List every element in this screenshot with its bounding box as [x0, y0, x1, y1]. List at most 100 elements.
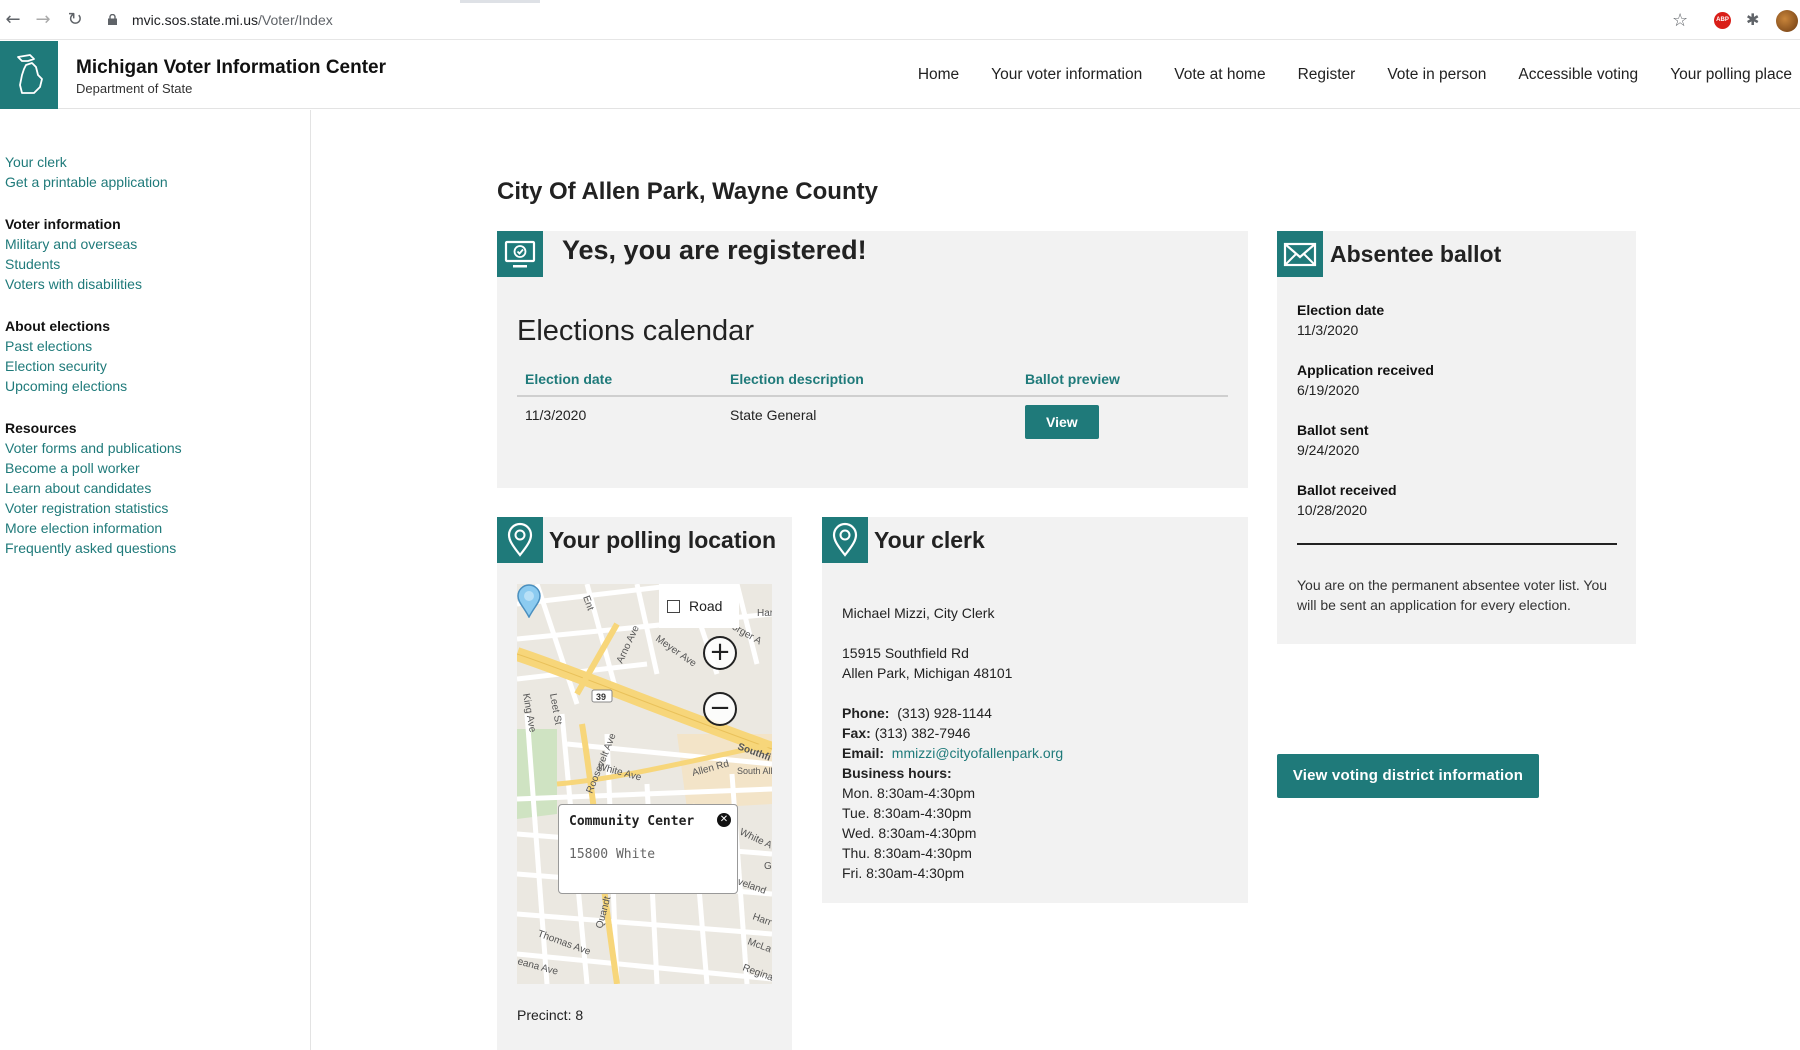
url-path: /Voter/Index: [258, 12, 333, 28]
absentee-label: Election date: [1297, 302, 1385, 318]
location-pin-icon: [507, 522, 533, 557]
lock-icon: [108, 14, 117, 25]
sidebar-link-military[interactable]: Military and overseas: [5, 234, 310, 254]
email-link[interactable]: mmizzi@cityofallenpark.org: [892, 745, 1063, 761]
hours-row: Wed. 8:30am-4:30pm: [842, 825, 977, 841]
browser-toolbar: ← → ↻ mvic.sos.state.mi.us/Voter/Index ☆…: [0, 0, 1800, 40]
reload-icon[interactable]: ↻: [65, 10, 85, 30]
envelope-icon: [1283, 242, 1317, 267]
sidebar-group-title: Resources: [5, 420, 77, 436]
back-icon[interactable]: ←: [3, 10, 23, 30]
hours-row: Tue. 8:30am-4:30pm: [842, 805, 972, 821]
elections-calendar-table: Election date Election description Ballo…: [517, 365, 1228, 449]
clerk-title: Your clerk: [874, 527, 985, 553]
absentee-value: 9/24/2020: [1297, 442, 1360, 458]
street-label: G: [764, 861, 772, 872]
absentee-badge: [1277, 231, 1323, 277]
site-header: Michigan Voter Information Center Depart…: [0, 41, 1800, 109]
phone-label: Phone:: [842, 705, 890, 721]
sidebar-link-more-information[interactable]: More election information: [5, 518, 310, 538]
sidebar-link-registration-statistics[interactable]: Voter registration statistics: [5, 498, 310, 518]
tab-strip: [0, 0, 1800, 3]
map-style-label: Road: [689, 598, 723, 614]
sidebar-link-students[interactable]: Students: [5, 254, 310, 274]
clerk-phone: Phone: (313) 928-1144: [842, 703, 1232, 723]
michigan-map-icon: [17, 54, 43, 94]
registered-badge: [497, 231, 543, 277]
zoom-in-button[interactable]: +: [703, 636, 737, 670]
sidebar-link-past-elections[interactable]: Past elections: [5, 336, 310, 356]
sidebar-link-faq[interactable]: Frequently asked questions: [5, 538, 310, 558]
sidebar-link-poll-worker[interactable]: Become a poll worker: [5, 458, 310, 478]
clerk-details: Michael Mizzi, City Clerk 15915 Southfie…: [842, 603, 1232, 883]
sidebar-group-about-elections: About elections Past elections Election …: [5, 316, 310, 396]
nav-vote-at-home[interactable]: Vote at home: [1174, 66, 1265, 84]
sidebar-group-voter-information: Voter information Military and overseas …: [5, 214, 310, 294]
sidebar-group-top: Your clerk Get a printable application: [5, 152, 310, 192]
nav-vote-in-person[interactable]: Vote in person: [1387, 66, 1486, 84]
bookmark-star-icon[interactable]: ☆: [1672, 10, 1688, 31]
polling-location-panel: Your polling location Ent Arno Ave Meyer…: [497, 517, 792, 1050]
close-icon[interactable]: ✕: [717, 813, 731, 827]
sidebar-link-printable-application[interactable]: Get a printable application: [5, 172, 310, 192]
map-style-toggle[interactable]: Road: [659, 584, 739, 628]
absentee-title: Absentee ballot: [1330, 241, 1502, 267]
election-date-cell: 11/3/2020: [525, 407, 587, 423]
sidebar-link-disabilities[interactable]: Voters with disabilities: [5, 274, 310, 294]
clerk-badge: [822, 517, 868, 563]
page-title: City Of Allen Park, Wayne County: [497, 178, 878, 205]
location-popup: Community Center 15800 White ✕: [558, 804, 738, 894]
table-row: 11/3/2020 State General View: [517, 396, 1228, 449]
view-ballot-button[interactable]: View: [1025, 405, 1099, 439]
top-navigation: Home Your voter information Vote at home…: [918, 66, 1792, 84]
polling-badge: [497, 517, 543, 563]
location-pin-icon: [832, 522, 858, 557]
polling-map[interactable]: Ent Arno Ave Meyer Ave Jorger A Har King…: [517, 584, 772, 984]
list-item: Ballot sent 9/24/2020: [1297, 420, 1617, 460]
election-description-cell: State General: [730, 407, 817, 423]
list-item: Application received 6/19/2020: [1297, 360, 1617, 400]
nav-home[interactable]: Home: [918, 66, 959, 84]
extensions-puzzle-icon[interactable]: ✱: [1746, 10, 1759, 29]
zoom-out-button[interactable]: −: [703, 692, 737, 726]
sidebar-link-forms[interactable]: Voter forms and publications: [5, 438, 310, 458]
sidebar-link-your-clerk[interactable]: Your clerk: [5, 152, 310, 172]
popup-address: 15800 White: [569, 847, 656, 862]
forward-icon[interactable]: →: [33, 10, 53, 30]
absentee-label: Ballot sent: [1297, 422, 1369, 438]
adblock-extension-icon[interactable]: ABP: [1714, 12, 1731, 29]
clerk-address-line1: 15915 Southfield Rd: [842, 645, 969, 661]
map-pin-icon[interactable]: [517, 584, 541, 618]
column-header: Election description: [722, 365, 1017, 397]
address-bar[interactable]: mvic.sos.state.mi.us/Voter/Index: [132, 12, 333, 28]
sidebar-link-candidates[interactable]: Learn about candidates: [5, 478, 310, 498]
absentee-ballot-panel: Absentee ballot Election date 11/3/2020 …: [1277, 231, 1636, 644]
precinct-label: Precinct: 8: [517, 1007, 584, 1023]
map-layer-icon: [667, 600, 680, 613]
calendar-title: Elections calendar: [517, 315, 754, 347]
fax-label: Fax:: [842, 725, 871, 741]
nav-register[interactable]: Register: [1298, 66, 1356, 84]
nav-your-voter-information[interactable]: Your voter information: [991, 66, 1142, 84]
absentee-label: Application received: [1297, 362, 1434, 378]
nav-accessible-voting[interactable]: Accessible voting: [1518, 66, 1638, 84]
sidebar-link-upcoming-elections[interactable]: Upcoming elections: [5, 376, 310, 396]
hours-row: Fri. 8:30am-4:30pm: [842, 865, 965, 881]
view-voting-district-button[interactable]: View voting district information: [1277, 754, 1539, 798]
clerk-email: Email: mmizzi@cityofallenpark.org: [842, 743, 1232, 763]
sidebar: Your clerk Get a printable application V…: [0, 110, 311, 1050]
site-title[interactable]: Michigan Voter Information Center: [76, 57, 386, 79]
site-subtitle: Department of State: [76, 81, 193, 96]
nav-your-polling-place[interactable]: Your polling place: [1670, 66, 1792, 84]
street-label: Har: [757, 608, 772, 619]
absentee-value: 10/28/2020: [1297, 502, 1368, 518]
michigan-logo[interactable]: [0, 41, 58, 109]
ballot-preview-cell: View: [1017, 396, 1228, 449]
sidebar-link-election-security[interactable]: Election security: [5, 356, 310, 376]
computer-check-icon: [504, 240, 536, 268]
sidebar-group-title: Voter information: [5, 216, 121, 232]
profile-avatar[interactable]: [1776, 10, 1798, 32]
business-hours-label: Business hours:: [842, 765, 952, 781]
registration-status: Yes, you are registered!: [562, 235, 867, 265]
list-item: Election date 11/3/2020: [1297, 300, 1617, 340]
